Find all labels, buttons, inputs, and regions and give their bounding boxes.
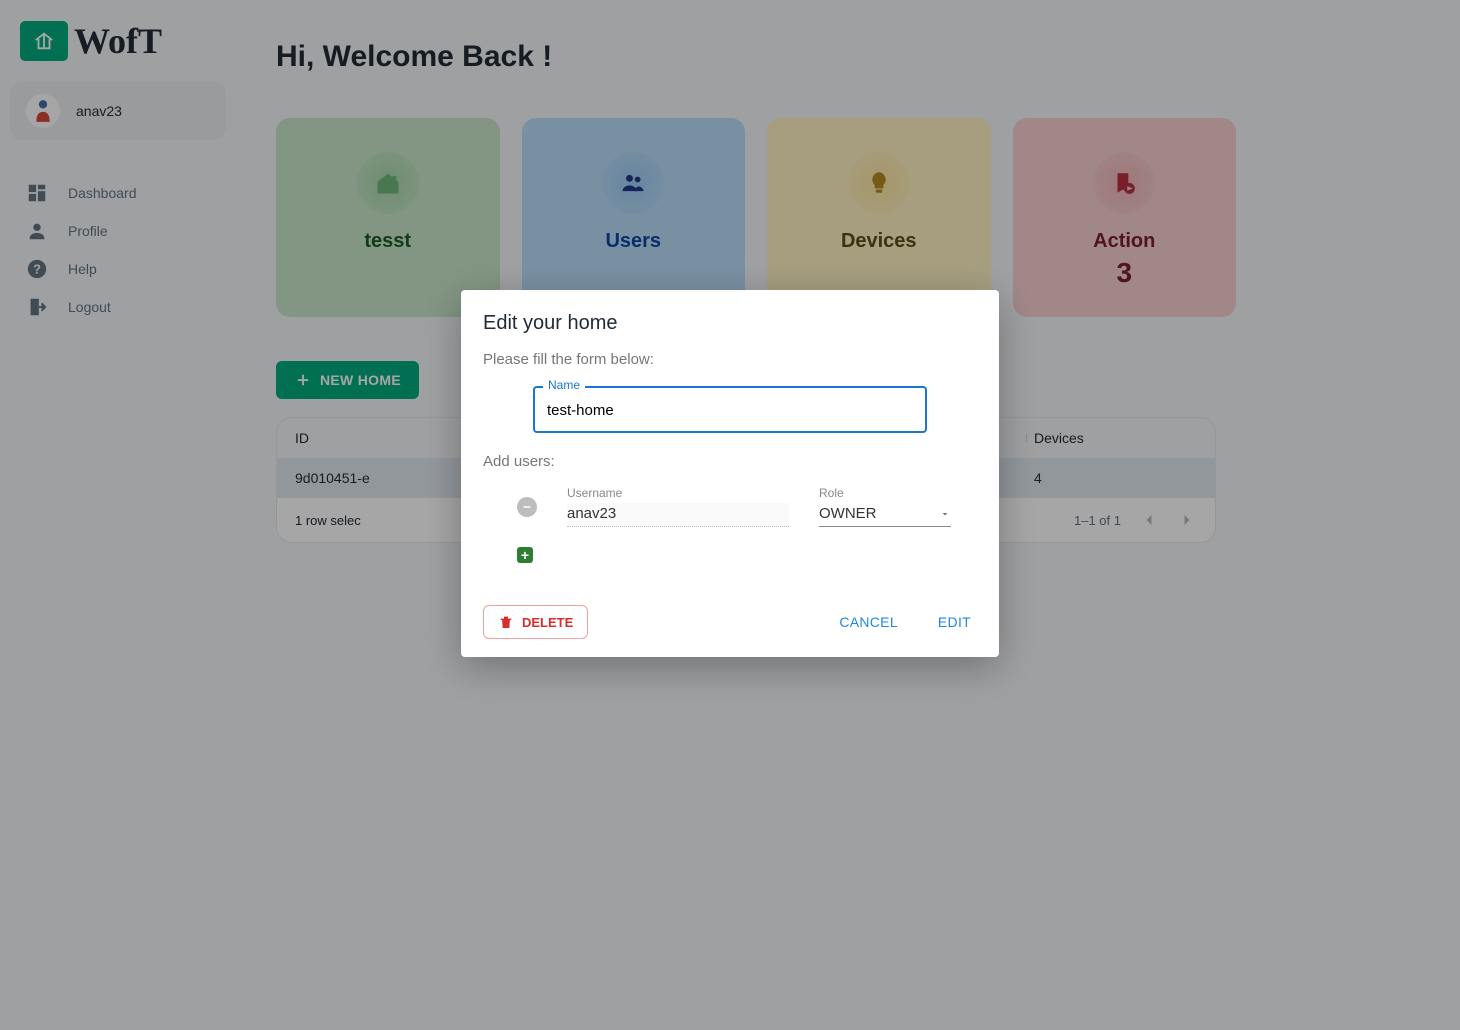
delete-label: Delete [522,615,573,630]
add-users-heading: Add users: [483,453,977,470]
username-label: Username [567,486,789,500]
edit-home-modal: Edit your home Please fill the form belo… [461,290,999,657]
delete-button[interactable]: Delete [483,605,588,639]
name-label: Name [543,378,585,392]
role-label: Role [819,486,951,500]
role-value: OWNER [819,505,877,522]
modal-subtitle: Please fill the form below: [483,351,977,368]
add-user-button[interactable]: + [517,547,533,563]
add-user-row: + [517,547,977,563]
modal-overlay[interactable]: Edit your home Please fill the form belo… [0,0,1460,1030]
role-select[interactable]: OWNER [819,503,951,527]
modal-actions: Delete Cancel Edit [483,605,977,639]
name-field: Name [533,386,927,433]
name-input[interactable] [533,386,927,433]
username-field: Username [567,486,789,527]
cancel-button[interactable]: Cancel [833,613,904,631]
right-actions: Cancel Edit [833,613,977,631]
user-row: Username Role OWNER [483,482,977,535]
edit-button[interactable]: Edit [932,613,977,631]
minus-icon [521,501,533,513]
modal-title: Edit your home [483,312,977,335]
username-input [567,503,789,527]
chevron-down-icon [939,508,951,520]
trash-icon [498,614,514,630]
remove-user-button[interactable] [517,497,537,517]
role-field: Role OWNER [819,486,951,527]
